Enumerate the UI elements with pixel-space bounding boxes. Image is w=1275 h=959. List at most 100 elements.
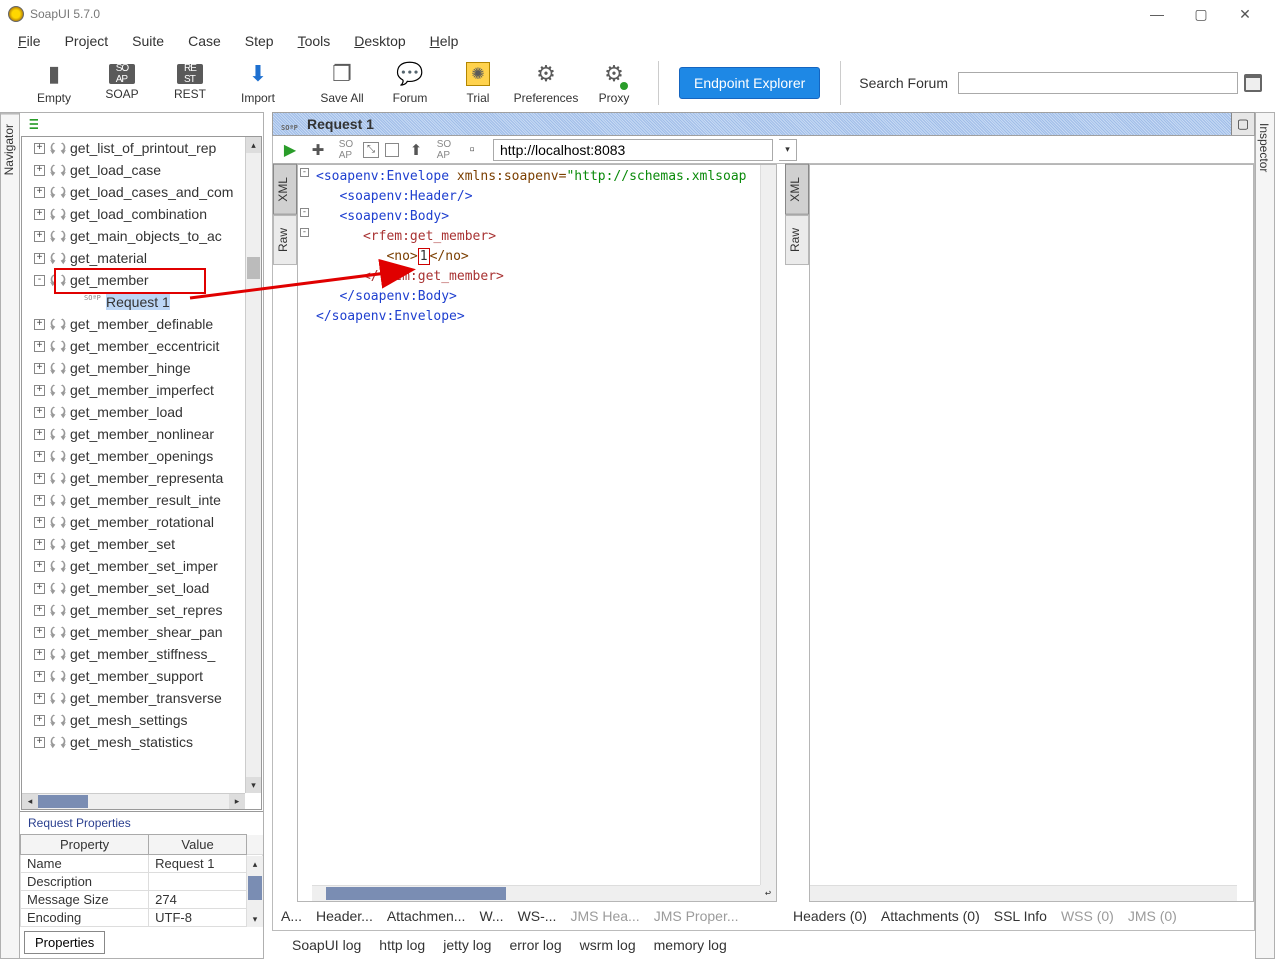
expand-icon[interactable]: + xyxy=(34,253,45,264)
bottom-tab[interactable]: W... xyxy=(479,908,503,924)
expand-icon[interactable]: + xyxy=(34,143,45,154)
menu-file[interactable]: File xyxy=(6,31,53,51)
expand-icon[interactable]: + xyxy=(34,341,45,352)
tree-item-get_member_openings[interactable]: +get_member_openings xyxy=(22,445,245,467)
tree-item-get_load_case[interactable]: +get_load_case xyxy=(22,159,245,181)
toolbar-soap[interactable]: SOAPSOAP xyxy=(88,54,156,112)
bottom-tab[interactable]: JMS Proper... xyxy=(654,908,739,924)
toolbar-proxy[interactable]: ⚙Proxy xyxy=(580,54,648,112)
tree-item-get_member_set_repres[interactable]: +get_member_set_repres xyxy=(22,599,245,621)
tree-item-get_member_stiffness_[interactable]: +get_member_stiffness_ xyxy=(22,643,245,665)
menu-help[interactable]: Help xyxy=(418,31,471,51)
expand-icon[interactable]: - xyxy=(34,275,45,286)
scroll-up-arrow[interactable]: ▴ xyxy=(246,137,261,153)
request-vscroll[interactable] xyxy=(760,165,776,885)
expand-icon[interactable]: + xyxy=(34,385,45,396)
scroll-left-arrow[interactable]: ◂ xyxy=(22,794,38,809)
inspector-side-tab[interactable]: Inspector xyxy=(1256,113,1272,182)
scroll-thumb[interactable] xyxy=(247,257,260,279)
endpoint-dropdown[interactable]: ▾ xyxy=(779,139,797,161)
log-tab[interactable]: memory log xyxy=(654,937,727,953)
search-forum-input[interactable] xyxy=(958,72,1238,94)
bottom-tab[interactable]: SSL Info xyxy=(994,908,1047,924)
response-hscroll[interactable] xyxy=(810,885,1237,901)
toolbar-preferences[interactable]: ⚙Preferences xyxy=(512,54,580,112)
editor-tab-request-1[interactable]: Request 1 xyxy=(273,113,1232,135)
expand-icon[interactable]: + xyxy=(34,693,45,704)
bottom-tab[interactable]: WSS (0) xyxy=(1061,908,1114,924)
expand-icon[interactable]: + xyxy=(34,583,45,594)
log-tab[interactable]: http log xyxy=(379,937,425,953)
response-xml-viewer[interactable] xyxy=(809,164,1254,902)
editor-tab-maximize[interactable]: ▢ xyxy=(1232,113,1254,135)
menu-case[interactable]: Case xyxy=(176,31,233,51)
scroll-thumb[interactable] xyxy=(326,887,506,900)
tree-item-get_main_objects_to_ac[interactable]: +get_main_objects_to_ac xyxy=(22,225,245,247)
navigator-horizontal-scrollbar[interactable]: ◂ ▸ xyxy=(22,793,245,809)
property-value[interactable] xyxy=(149,873,247,891)
log-tab[interactable]: SoapUI log xyxy=(292,937,361,953)
fold-icon[interactable]: - xyxy=(300,228,309,237)
expand-icon[interactable]: + xyxy=(34,407,45,418)
run-button[interactable]: ▶ xyxy=(279,139,301,161)
tree-item-get_member_eccentricit[interactable]: +get_member_eccentricit xyxy=(22,335,245,357)
tree-item-get_member_set_load[interactable]: +get_member_set_load xyxy=(22,577,245,599)
soap-action-button[interactable]: SOAP xyxy=(335,139,357,161)
toolbar-empty[interactable]: ▮Empty xyxy=(20,54,88,112)
menu-project[interactable]: Project xyxy=(53,31,121,51)
recreate-button[interactable]: SOAP xyxy=(433,139,455,161)
tree-item-get_member_representa[interactable]: +get_member_representa xyxy=(22,467,245,489)
word-wrap-toggle[interactable]: ↩ xyxy=(760,885,776,901)
endpoint-url-input[interactable] xyxy=(493,139,773,161)
menu-desktop[interactable]: Desktop xyxy=(342,31,417,51)
tree-item-get_member_result_inte[interactable]: +get_member_result_inte xyxy=(22,489,245,511)
minimize-button[interactable]: — xyxy=(1135,0,1179,28)
tree-item-get_member_support[interactable]: +get_member_support xyxy=(22,665,245,687)
tree-item-get_member_set[interactable]: +get_member_set xyxy=(22,533,245,555)
fold-icon[interactable]: - xyxy=(300,208,309,217)
bottom-tab[interactable]: Attachmen... xyxy=(387,908,466,924)
expand-icon[interactable]: + xyxy=(34,319,45,330)
tree-item-get_member_set_imper[interactable]: +get_member_set_imper xyxy=(22,555,245,577)
request-hscroll[interactable] xyxy=(312,885,760,901)
expand-icon[interactable]: + xyxy=(34,627,45,638)
properties-button[interactable]: Properties xyxy=(24,931,105,954)
expand-icon[interactable]: + xyxy=(34,429,45,440)
expand-icon[interactable]: + xyxy=(34,539,45,550)
toolbar-import[interactable]: ⬇Import xyxy=(224,54,292,112)
expand-icon[interactable]: + xyxy=(34,737,45,748)
navigator-side-tab[interactable]: Navigator xyxy=(1,113,19,185)
tree-item-get_member_shear_pan[interactable]: +get_member_shear_pan xyxy=(22,621,245,643)
expand-icon[interactable]: + xyxy=(34,363,45,374)
tree-item-get_member[interactable]: -get_member xyxy=(22,269,245,291)
tree-item-get_member_imperfect[interactable]: +get_member_imperfect xyxy=(22,379,245,401)
close-button[interactable]: ✕ xyxy=(1223,0,1267,28)
expand-icon[interactable]: + xyxy=(34,495,45,506)
tree-item-get_member_definable[interactable]: +get_member_definable xyxy=(22,313,245,335)
expand-icon[interactable]: + xyxy=(34,451,45,462)
menu-tools[interactable]: Tools xyxy=(286,31,343,51)
tree-item-get_material[interactable]: +get_material xyxy=(22,247,245,269)
create-button[interactable]: ⬆ xyxy=(405,139,427,161)
properties-scrollbar[interactable]: ▴▾ xyxy=(247,856,263,927)
fold-icon[interactable]: - xyxy=(300,168,309,177)
tree-item-get_member_hinge[interactable]: +get_member_hinge xyxy=(22,357,245,379)
endpoint-explorer-button[interactable]: Endpoint Explorer xyxy=(679,67,820,99)
expand-icon[interactable]: + xyxy=(34,605,45,616)
log-tab[interactable]: error log xyxy=(509,937,561,953)
bottom-tab[interactable]: JMS (0) xyxy=(1128,908,1177,924)
scroll-down-arrow[interactable]: ▾ xyxy=(246,777,261,793)
request-xml-tab[interactable]: XML xyxy=(273,164,297,215)
response-raw-tab[interactable]: Raw xyxy=(785,215,809,265)
expand-icon[interactable]: + xyxy=(34,473,45,484)
clear-button[interactable]: ▫ xyxy=(461,139,483,161)
expand-icon[interactable]: + xyxy=(34,165,45,176)
expand-icon[interactable]: + xyxy=(34,517,45,528)
expand-icon[interactable]: + xyxy=(34,715,45,726)
tree-item-get_load_combination[interactable]: +get_load_combination xyxy=(22,203,245,225)
menu-suite[interactable]: Suite xyxy=(120,31,176,51)
bottom-tab[interactable]: Header... xyxy=(316,908,373,924)
toolbar-trial[interactable]: ✺Trial xyxy=(444,54,512,112)
expand-icon[interactable]: + xyxy=(34,209,45,220)
scroll-right-arrow[interactable]: ▸ xyxy=(229,794,245,809)
